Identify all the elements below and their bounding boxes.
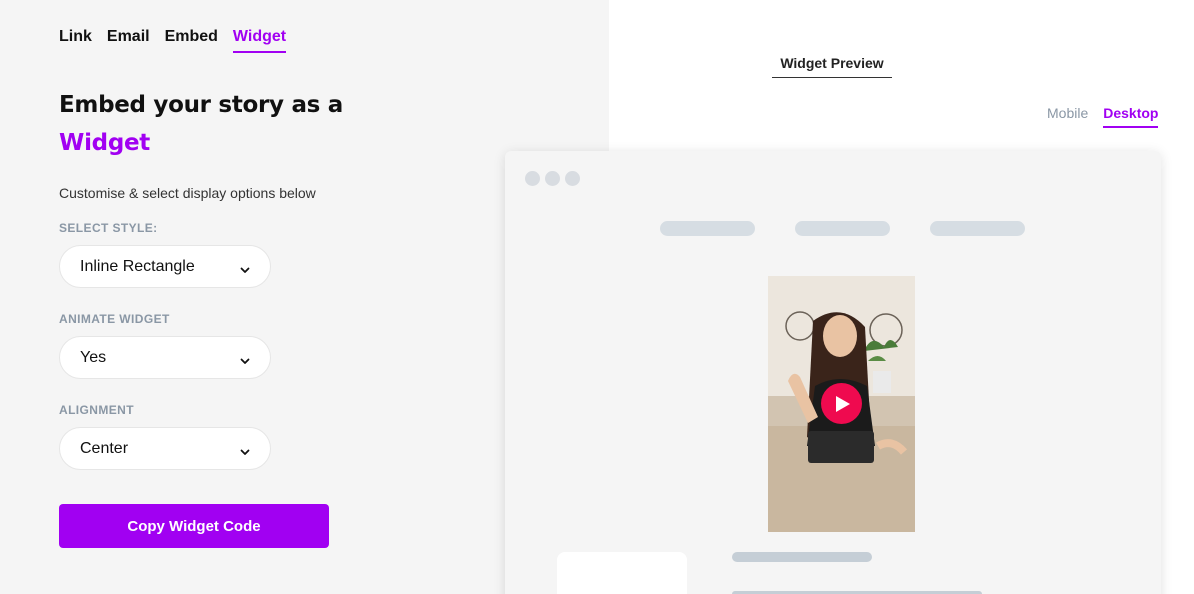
window-dot-icon <box>525 171 540 186</box>
nav-placeholder <box>660 221 755 236</box>
tab-link[interactable]: Link <box>59 28 92 53</box>
animate-select-value: Yes <box>80 348 107 366</box>
page-title-accent: Widget <box>59 130 150 156</box>
widget-preview-title: Widget Preview <box>772 55 892 78</box>
tab-mobile[interactable]: Mobile <box>1047 105 1088 128</box>
browser-mockup <box>505 151 1161 594</box>
window-dot-icon <box>545 171 560 186</box>
style-select-value: Inline Rectangle <box>80 257 195 275</box>
chevron-down-icon <box>240 262 250 273</box>
animate-label: ANIMATE WIDGET <box>59 312 170 326</box>
tab-embed[interactable]: Embed <box>165 28 218 53</box>
tab-widget[interactable]: Widget <box>232 28 287 53</box>
style-select[interactable]: Inline Rectangle <box>59 245 271 288</box>
style-label: SELECT STYLE: <box>59 221 158 235</box>
tab-desktop[interactable]: Desktop <box>1103 105 1159 128</box>
story-widget-thumbnail[interactable] <box>768 276 915 532</box>
tab-email[interactable]: Email <box>107 28 150 53</box>
window-controls <box>525 171 580 186</box>
content-card-placeholder <box>557 552 687 594</box>
alignment-label: ALIGNMENT <box>59 403 134 417</box>
nav-placeholder <box>795 221 890 236</box>
page-title: Embed your story as a Widget <box>59 86 359 162</box>
animate-select[interactable]: Yes <box>59 336 271 379</box>
play-icon[interactable] <box>821 383 862 424</box>
page-title-prefix: Embed your story as a <box>59 92 343 118</box>
window-dot-icon <box>565 171 580 186</box>
share-tabs: Link Email Embed Widget <box>59 28 301 53</box>
chevron-down-icon <box>240 444 250 455</box>
alignment-select-value: Center <box>80 439 129 457</box>
text-line-placeholder <box>732 552 872 562</box>
nav-placeholder <box>930 221 1025 236</box>
copy-widget-code-button[interactable]: Copy Widget Code <box>59 504 329 548</box>
device-tabs: Mobile Desktop <box>1047 105 1159 128</box>
chevron-down-icon <box>240 353 250 364</box>
page-subtitle: Customise & select display options below <box>59 185 316 201</box>
alignment-select[interactable]: Center <box>59 427 271 470</box>
